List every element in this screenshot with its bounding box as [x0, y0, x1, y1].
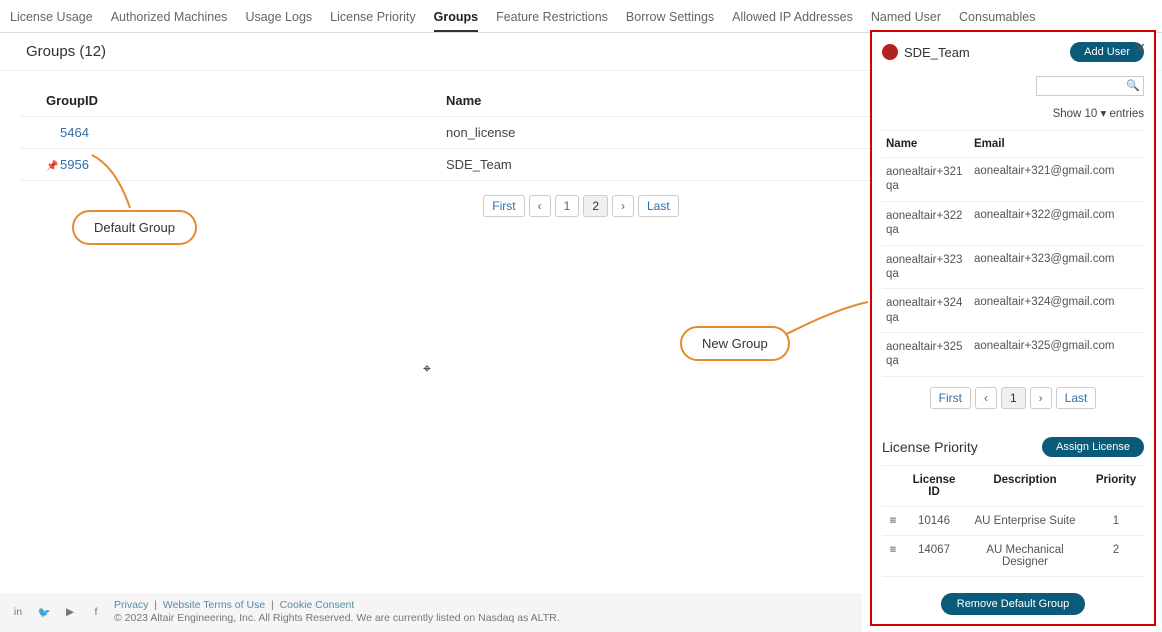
user-email: aonealtair+322@gmail.com	[974, 209, 1140, 238]
user-name-l1: aonealtair+321	[886, 166, 962, 178]
entries-selector[interactable]: Show 10 ▾ entries	[882, 106, 1144, 120]
search-icon: 🔍	[1126, 79, 1140, 92]
tab-license-usage[interactable]: License Usage	[10, 6, 93, 32]
group-detail-panel: SDE_Team Add User ✕ 🔍 Show 10 ▾ entries …	[870, 30, 1156, 626]
pin-icon[interactable]: 📌	[46, 161, 56, 172]
license-prio: 2	[1090, 544, 1142, 568]
tab-named-user[interactable]: Named User	[871, 6, 941, 32]
license-id: 14067	[908, 544, 960, 568]
pg-last[interactable]: Last	[1056, 387, 1097, 409]
tab-consumables[interactable]: Consumables	[959, 6, 1035, 32]
facebook-icon[interactable]: f	[88, 605, 104, 619]
linkedin-icon[interactable]: in	[10, 605, 26, 619]
table-row[interactable]: aonealtair+325 qa aonealtair+325@gmail.co…	[882, 333, 1144, 377]
pg-page-1[interactable]: 1	[1001, 387, 1026, 409]
col-license-id[interactable]: License ID	[908, 474, 960, 498]
pg-first[interactable]: First	[930, 387, 971, 409]
pg-prev[interactable]: ‹	[529, 195, 551, 217]
tab-usage-logs[interactable]: Usage Logs	[245, 6, 312, 32]
close-icon[interactable]: ✕	[1132, 38, 1148, 59]
pg-last[interactable]: Last	[638, 195, 679, 217]
user-email: aonealtair+324@gmail.com	[974, 296, 1140, 325]
table-row[interactable]: ≡ 14067 AU Mechanical Designer 2	[882, 536, 1144, 577]
assign-license-button[interactable]: Assign License	[1042, 437, 1144, 457]
pg-page-1[interactable]: 1	[555, 195, 580, 217]
footer-privacy[interactable]: Privacy	[114, 599, 148, 611]
license-table: License ID Description Priority ≡ 10146 …	[882, 465, 1144, 577]
users-table: Name Email aonealtair+321 qa aonealtair+3…	[882, 130, 1144, 377]
group-avatar	[882, 44, 898, 60]
table-row[interactable]: aonealtair+323 qa aonealtair+323@gmail.co…	[882, 246, 1144, 290]
user-name-l2: qa	[886, 312, 899, 324]
col-license-prio[interactable]: Priority	[1090, 474, 1142, 498]
user-name-l1: aonealtair+325	[886, 341, 962, 353]
user-name-l2: qa	[886, 268, 899, 280]
user-email: aonealtair+325@gmail.com	[974, 340, 1140, 369]
cursor-icon: ⌖	[423, 360, 431, 377]
tab-license-priority[interactable]: License Priority	[330, 6, 415, 32]
tabs-nav: License Usage Authorized Machines Usage …	[0, 0, 1162, 33]
group-id[interactable]: 5956	[60, 157, 89, 172]
tab-feature-restrictions[interactable]: Feature Restrictions	[496, 6, 608, 32]
tab-allowed-ip[interactable]: Allowed IP Addresses	[732, 6, 853, 32]
user-name-l2: qa	[886, 180, 899, 192]
group-id[interactable]: 5464	[60, 125, 89, 140]
tab-authorized-machines[interactable]: Authorized Machines	[111, 6, 228, 32]
pg-page-2[interactable]: 2	[583, 195, 608, 217]
license-prio: 1	[1090, 515, 1142, 527]
license-desc: AU Enterprise Suite	[966, 515, 1084, 527]
user-name-l1: aonealtair+322	[886, 210, 962, 222]
user-name-l1: aonealtair+324	[886, 297, 962, 309]
tab-groups[interactable]: Groups	[434, 6, 478, 32]
user-name-l2: qa	[886, 355, 899, 367]
license-priority-title: License Priority	[882, 439, 978, 455]
remove-default-group-button[interactable]: Remove Default Group	[941, 593, 1086, 615]
twitter-icon[interactable]: 🐦	[36, 605, 52, 619]
footer-copyright: © 2023 Altair Engineering, Inc. All Righ…	[114, 612, 560, 624]
user-name-l2: qa	[886, 224, 899, 236]
user-email: aonealtair+323@gmail.com	[974, 253, 1140, 282]
license-desc: AU Mechanical Designer	[966, 544, 1084, 568]
drag-handle-icon[interactable]: ≡	[884, 515, 902, 527]
footer: in 🐦 ▶ f Privacy | Website Terms of Use …	[0, 593, 862, 632]
table-row[interactable]: ≡ 10146 AU Enterprise Suite 1	[882, 507, 1144, 536]
col-user-email[interactable]: Email	[974, 138, 1140, 150]
pg-prev[interactable]: ‹	[975, 387, 997, 409]
users-pagination: First ‹ 1 › Last	[882, 387, 1144, 409]
col-user-name[interactable]: Name	[886, 138, 966, 150]
callout-default-group: Default Group	[72, 210, 197, 245]
table-row[interactable]: aonealtair+322 qa aonealtair+322@gmail.co…	[882, 202, 1144, 246]
table-row[interactable]: aonealtair+321 qa aonealtair+321@gmail.co…	[882, 158, 1144, 202]
user-name-l1: aonealtair+323	[886, 254, 962, 266]
user-email: aonealtair+321@gmail.com	[974, 165, 1140, 194]
tab-borrow-settings[interactable]: Borrow Settings	[626, 6, 714, 32]
drag-handle-icon[interactable]: ≡	[884, 544, 902, 568]
pg-first[interactable]: First	[483, 195, 524, 217]
table-row[interactable]: aonealtair+324 qa aonealtair+324@gmail.co…	[882, 289, 1144, 333]
pg-next[interactable]: ›	[612, 195, 634, 217]
youtube-icon[interactable]: ▶	[62, 605, 78, 619]
panel-title: SDE_Team	[904, 45, 970, 60]
col-license-desc[interactable]: Description	[966, 474, 1084, 498]
license-id: 10146	[908, 515, 960, 527]
col-groupid[interactable]: GroupID	[46, 93, 446, 108]
pg-next[interactable]: ›	[1030, 387, 1052, 409]
footer-cookie[interactable]: Cookie Consent	[280, 599, 355, 611]
callout-new-group: New Group	[680, 326, 790, 361]
footer-terms[interactable]: Website Terms of Use	[163, 599, 265, 611]
